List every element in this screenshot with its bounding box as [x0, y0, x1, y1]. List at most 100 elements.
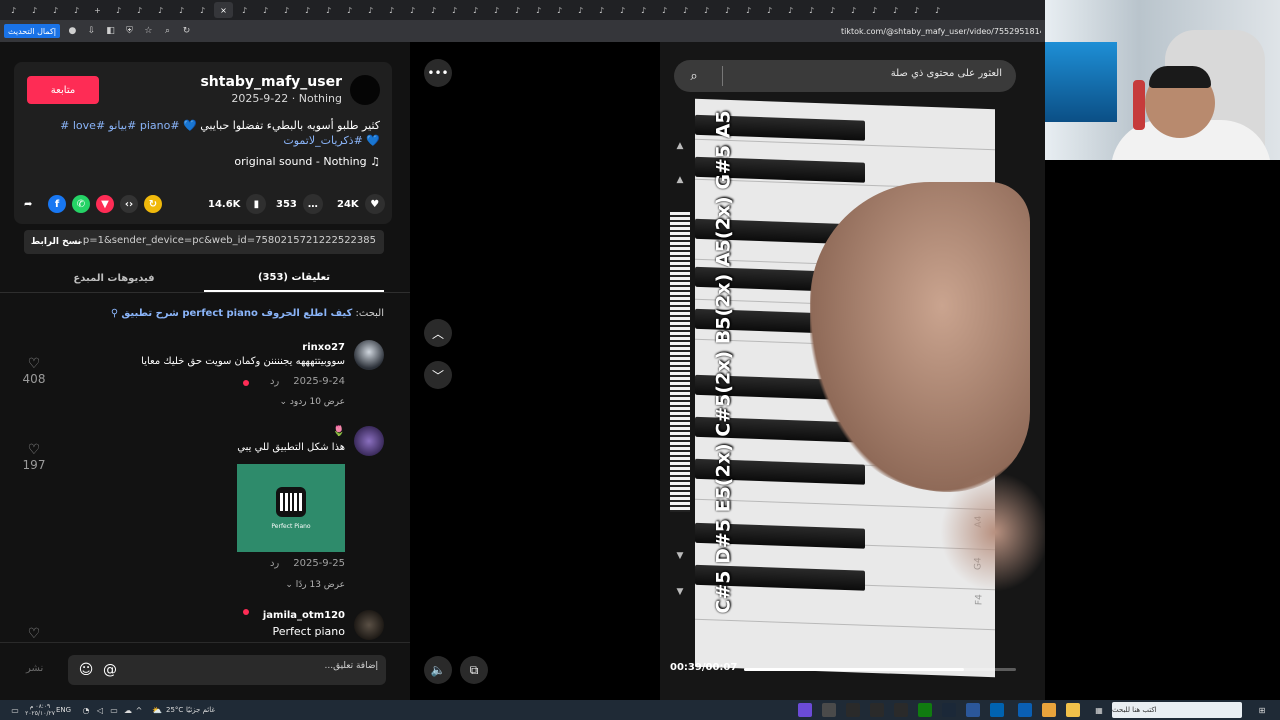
browser-tab[interactable]: ♪ [907, 2, 926, 18]
volume-tray-icon[interactable]: ◁ [94, 703, 106, 717]
creator-avatar[interactable] [350, 75, 380, 105]
downloads-icon[interactable]: ⇩ [85, 25, 98, 38]
browser-tab[interactable]: ♪ [760, 2, 779, 18]
app-icon[interactable] [846, 703, 860, 717]
browser-tab[interactable]: ♪ [676, 2, 695, 18]
browser-tab[interactable]: ♪ [319, 2, 338, 18]
search-suggestion[interactable]: البحث: كيف اطلع الحروف perfect piano شرح… [111, 308, 384, 319]
view-replies-button[interactable]: عرض 13 ردًا ⌄ [285, 580, 345, 590]
tab-creator-videos[interactable]: فيديوهات المبدع [24, 264, 204, 292]
comment-image[interactable]: Perfect Piano [237, 464, 345, 552]
browser-tab[interactable]: ♪ [361, 2, 380, 18]
reload-icon[interactable]: ↻ [180, 25, 193, 38]
comment-button[interactable]: 353 … [276, 194, 323, 214]
browser-tab[interactable]: ♪ [67, 2, 86, 18]
task-view-icon[interactable]: ▦ [1092, 703, 1106, 717]
browser-tab[interactable]: ♪ [550, 2, 569, 18]
reply-button[interactable]: رد [270, 558, 279, 569]
more-options-icon[interactable]: ••• [424, 59, 452, 87]
tab-comments[interactable]: (353) تعليقات [204, 264, 384, 292]
steam-icon[interactable] [942, 703, 956, 717]
browser-tab[interactable]: ♪ [508, 2, 527, 18]
file-explorer-icon[interactable] [1066, 703, 1080, 717]
previous-video-button[interactable]: ︿ [424, 319, 452, 347]
browser-tab[interactable]: ♪ [592, 2, 611, 18]
emoji-icon[interactable]: ☺ [76, 660, 96, 680]
browser-tab[interactable]: ♪ [4, 2, 23, 18]
app-icon[interactable] [870, 703, 884, 717]
picture-in-picture-icon[interactable]: ⧉ [460, 656, 488, 684]
related-search-input[interactable] [712, 68, 1002, 79]
follow-button[interactable]: متابعة [27, 76, 99, 104]
send-share-button[interactable]: ▼ [96, 194, 114, 214]
comment-like-button[interactable]: ♡ 408 [22, 356, 46, 386]
share-link-text[interactable]: ...p=1&sender_device=pc&web_id=758021572… [73, 235, 376, 246]
comment-username[interactable]: rinxo27 [302, 342, 345, 353]
like-button[interactable]: 24K ♥ [337, 194, 385, 214]
facebook-share-button[interactable]: f [48, 194, 66, 214]
creator-username[interactable]: shtaby_mafy_user [200, 74, 342, 90]
whatsapp-share-button[interactable]: ✆ [72, 194, 90, 214]
browser-tab[interactable]: ♪ [424, 2, 443, 18]
browser-tab[interactable]: ♪ [718, 2, 737, 18]
xbox-icon[interactable] [918, 703, 932, 717]
repost-button[interactable]: ↻ [144, 194, 162, 214]
extensions-icon[interactable]: ◧ [104, 25, 117, 38]
update-button[interactable]: إكمال التحديث [4, 24, 60, 38]
browser-tab[interactable]: ♪ [172, 2, 191, 18]
browser-tab[interactable]: ♪ [697, 2, 716, 18]
post-comment-button[interactable]: نشر [26, 663, 43, 674]
app-icon[interactable] [798, 703, 812, 717]
chevron-up-icon[interactable]: ^ [134, 703, 144, 717]
browser-tab[interactable]: ♪ [403, 2, 422, 18]
search-query[interactable]: كيف اطلع الحروف perfect piano شرح تطبيق [121, 308, 352, 319]
notifications-icon[interactable]: ▭ [6, 703, 24, 717]
browser-tab[interactable]: ♪ [844, 2, 863, 18]
clock[interactable]: ٠٨:٠٩ م ٢٠٢٥/١٠/٢٧ [25, 703, 55, 717]
browser-tab[interactable]: ♪ [382, 2, 401, 18]
embed-button[interactable]: ‹› [120, 194, 138, 214]
new-tab-button[interactable]: + [88, 2, 107, 18]
browser-tab[interactable]: ♪ [781, 2, 800, 18]
commenter-avatar[interactable] [354, 340, 384, 370]
bookmark-star-icon[interactable]: ☆ [142, 25, 155, 38]
browser-tab[interactable]: ♪ [46, 2, 65, 18]
network-icon[interactable]: ◔ [80, 703, 92, 717]
chrome-icon[interactable] [1042, 703, 1056, 717]
save-button[interactable]: 14.6K ▮ [208, 194, 267, 214]
browser-tab[interactable]: ♪ [865, 2, 884, 18]
profile-icon[interactable]: ● [66, 25, 79, 38]
battery-icon[interactable]: ▭ [108, 703, 120, 717]
browser-tab[interactable]: ♪ [151, 2, 170, 18]
address-bar[interactable]: tiktok.com/@shtaby_mafy_user/video/75529… [841, 27, 1041, 36]
browser-tab[interactable]: ♪ [445, 2, 464, 18]
close-icon[interactable]: × [220, 6, 227, 15]
browser-tab[interactable]: ♪ [277, 2, 296, 18]
browser-tab[interactable]: ♪ [739, 2, 758, 18]
settings-icon[interactable] [894, 703, 908, 717]
browser-tab[interactable]: ♪ [634, 2, 653, 18]
windows-start-icon[interactable]: ⊞ [1250, 703, 1274, 717]
browser-tab[interactable]: ♪ [298, 2, 317, 18]
browser-tab[interactable]: ♪ [109, 2, 128, 18]
browser-tab[interactable]: ♪ [466, 2, 485, 18]
comment-username[interactable]: jamila_otm120 [263, 610, 345, 621]
browser-tab[interactable]: ♪ [886, 2, 905, 18]
sound-link[interactable]: ♫ original sound - Nothing [234, 155, 380, 168]
commenter-avatar[interactable] [354, 426, 384, 456]
video-progress-bar[interactable] [744, 668, 1016, 671]
browser-tab[interactable]: ♪ [613, 2, 632, 18]
browser-tab[interactable]: ♪ [823, 2, 842, 18]
browser-tab[interactable]: ♪ [487, 2, 506, 18]
shield-icon[interactable]: ⛨ [123, 25, 136, 38]
browser-tab[interactable]: ♪ [256, 2, 275, 18]
zoom-icon[interactable]: ⌕ [161, 25, 174, 38]
word-icon[interactable] [966, 703, 980, 717]
browser-tab[interactable]: ♪ [529, 2, 548, 18]
browser-tab[interactable]: ♪ [340, 2, 359, 18]
video-player[interactable]: B5C5A4G4F4 ▲ ▲ ▼ ▼ C#5 D#5 E5(2x) C#5(2x… [660, 42, 1045, 700]
app-icon[interactable] [822, 703, 836, 717]
browser-tab[interactable]: ♪ [235, 2, 254, 18]
commenter-avatar[interactable] [354, 610, 384, 640]
next-video-button[interactable]: ﹀ [424, 361, 452, 389]
